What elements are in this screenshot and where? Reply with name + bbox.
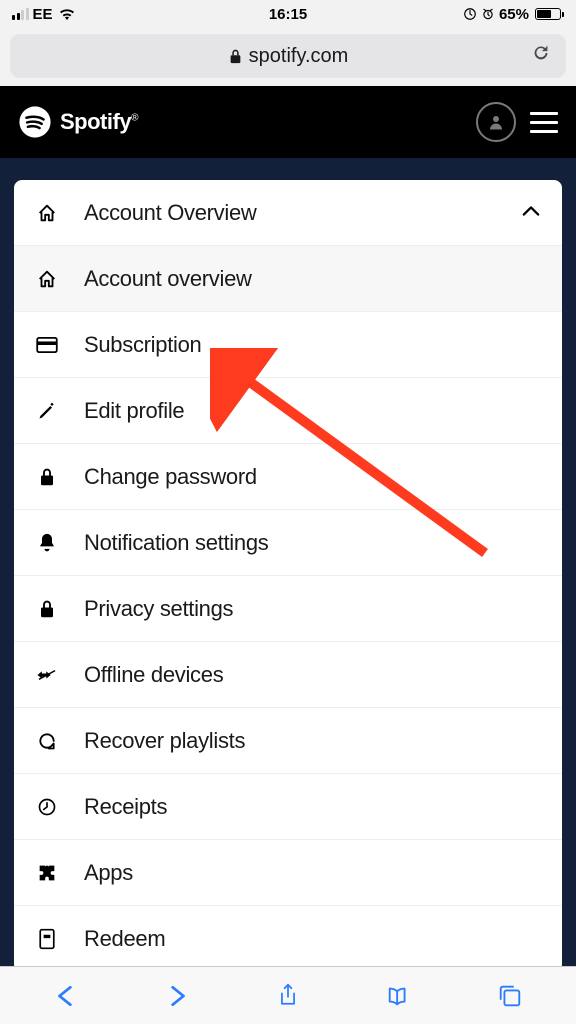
menu-button[interactable] xyxy=(530,112,558,133)
spotify-logo-icon xyxy=(18,105,52,139)
lock-icon xyxy=(36,598,58,620)
menu-item-label: Recover playlists xyxy=(84,728,245,754)
redeem-icon xyxy=(36,928,58,950)
account-page-body: Account Overview Account overview Subscr… xyxy=(0,158,576,966)
menu-item-label: Receipts xyxy=(84,794,167,820)
menu-item-edit-profile[interactable]: Edit profile xyxy=(14,378,562,444)
clock-icon xyxy=(36,796,58,818)
address-bar-row: spotify.com xyxy=(0,28,576,86)
address-bar[interactable]: spotify.com xyxy=(10,34,566,78)
lock-icon xyxy=(228,48,243,65)
lock-icon xyxy=(36,466,58,488)
menu-item-redeem[interactable]: Redeem xyxy=(14,906,562,966)
bookmarks-button[interactable] xyxy=(371,976,427,1016)
signal-icon xyxy=(12,8,29,20)
menu-item-label: Notification settings xyxy=(84,530,268,556)
menu-item-label: Apps xyxy=(84,860,133,886)
orientation-lock-icon xyxy=(463,7,477,21)
wifi-icon xyxy=(59,8,75,20)
safari-toolbar xyxy=(0,966,576,1024)
battery-icon xyxy=(535,8,564,20)
menu-item-privacy-settings[interactable]: Privacy settings xyxy=(14,576,562,642)
menu-header-account-overview[interactable]: Account Overview xyxy=(14,180,562,246)
domain-text: spotify.com xyxy=(249,45,349,68)
alarm-icon xyxy=(481,7,495,21)
spotify-header: Spotify® xyxy=(0,86,576,158)
back-button[interactable] xyxy=(38,976,94,1016)
home-icon xyxy=(36,268,58,290)
bell-icon xyxy=(36,532,58,554)
ios-status-bar: EE 16:15 65% xyxy=(0,0,576,28)
user-icon xyxy=(487,113,505,131)
battery-pct: 65% xyxy=(499,6,529,23)
menu-item-label: Change password xyxy=(84,464,257,490)
tabs-button[interactable] xyxy=(482,976,538,1016)
card-icon xyxy=(36,334,58,356)
menu-item-subscription[interactable]: Subscription xyxy=(14,312,562,378)
spotify-logo[interactable]: Spotify® xyxy=(18,105,476,139)
refresh-icon xyxy=(36,730,58,752)
home-icon xyxy=(36,202,58,224)
carrier-label: EE xyxy=(33,6,53,23)
menu-item-change-password[interactable]: Change password xyxy=(14,444,562,510)
menu-item-label: Account overview xyxy=(84,266,252,292)
share-button[interactable] xyxy=(260,976,316,1016)
menu-item-account-overview[interactable]: Account overview xyxy=(14,246,562,312)
account-menu: Account Overview Account overview Subscr… xyxy=(14,180,562,966)
brand-name: Spotify xyxy=(60,109,131,134)
menu-item-apps[interactable]: Apps xyxy=(14,840,562,906)
puzzle-icon xyxy=(36,862,58,884)
menu-item-recover-playlists[interactable]: Recover playlists xyxy=(14,708,562,774)
menu-item-label: Edit profile xyxy=(84,398,184,424)
menu-header-label: Account Overview xyxy=(84,200,257,226)
menu-item-label: Redeem xyxy=(84,926,165,952)
menu-item-label: Subscription xyxy=(84,332,201,358)
profile-button[interactable] xyxy=(476,102,516,142)
offline-icon xyxy=(36,664,58,686)
menu-item-label: Offline devices xyxy=(84,662,223,688)
pen-icon xyxy=(36,400,58,422)
clock: 16:15 xyxy=(269,6,307,23)
reload-icon[interactable] xyxy=(530,41,552,71)
menu-item-receipts[interactable]: Receipts xyxy=(14,774,562,840)
forward-button[interactable] xyxy=(149,976,205,1016)
menu-item-notification-settings[interactable]: Notification settings xyxy=(14,510,562,576)
menu-item-offline-devices[interactable]: Offline devices xyxy=(14,642,562,708)
menu-item-label: Privacy settings xyxy=(84,596,233,622)
chevron-up-icon xyxy=(522,204,540,222)
